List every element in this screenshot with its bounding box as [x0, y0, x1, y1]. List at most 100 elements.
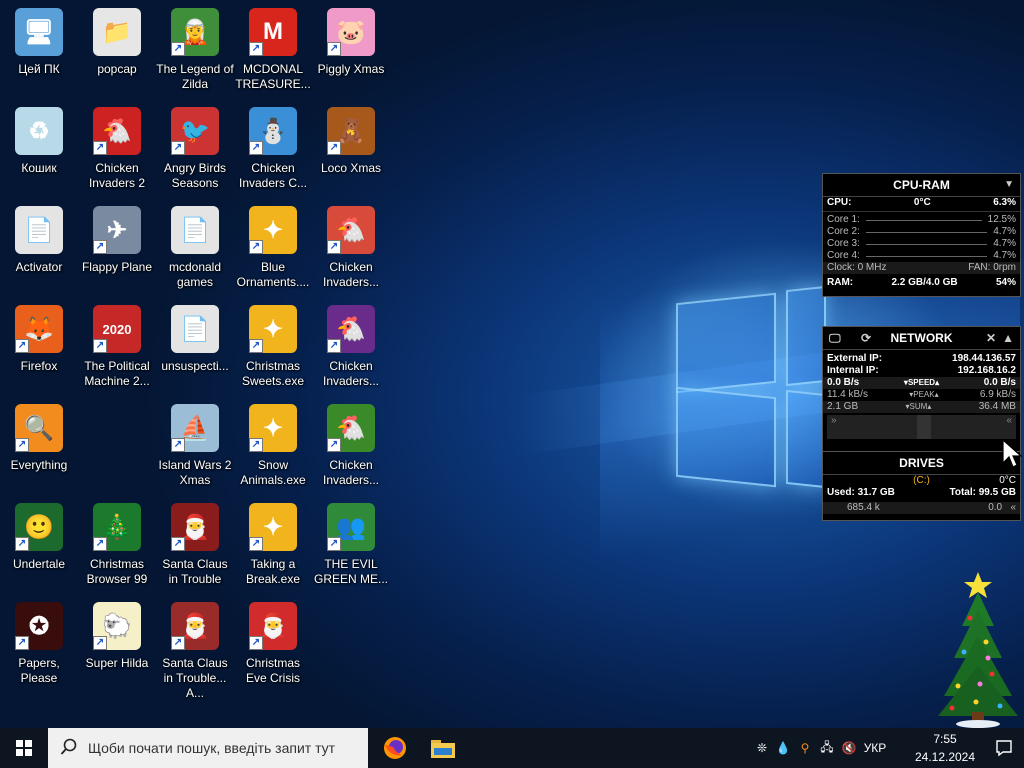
expand-icon[interactable]: « — [1010, 502, 1016, 513]
desktop-icon[interactable]: 🐔 ↗ Chicken Invaders... — [312, 301, 390, 391]
desktop-icon-label: Santa Claus in Trouble... A... — [162, 656, 228, 700]
clock-fan-row: Clock: 0 MHz FAN: 0rpm — [823, 262, 1020, 274]
shortcut-arrow-icon: ↗ — [171, 636, 185, 650]
desktop-icon-label: Blue Ornaments.... — [236, 260, 310, 289]
desktop-icon[interactable]: 🐔 ↗ Chicken Invaders... — [312, 202, 390, 292]
clock-time: 7:55 — [933, 732, 957, 746]
desktop-icon[interactable]: 🐑 ↗ Super Hilda — [78, 598, 156, 688]
desktop-icon[interactable]: 📄 unsuspecti... — [156, 301, 234, 391]
app-icon: 🎅 ↗ — [249, 602, 297, 650]
internal-ip-value: 192.168.16.2 — [957, 365, 1016, 376]
drive-total: Total: 99.5 GB — [949, 487, 1016, 498]
desktop-icon-label: mcdonald games — [168, 260, 222, 289]
desktop-icon[interactable]: 📄 mcdonald games — [156, 202, 234, 292]
desktop-icon[interactable]: 👥 ↗ THE EVIL GREEN ME... — [312, 499, 390, 589]
desktop-icon[interactable]: 🙂 ↗ Undertale — [0, 499, 78, 589]
collapse-arrow-icon[interactable]: ▲ — [1002, 327, 1014, 349]
shortcut-arrow-icon: ↗ — [93, 537, 107, 551]
desktop-icon[interactable]: ✈ ↗ Flappy Plane — [78, 202, 156, 292]
taskbar-file-explorer[interactable] — [420, 728, 466, 768]
core-label: Core 4: — [827, 250, 860, 261]
desktop-icon[interactable]: 🎅 ↗ Santa Claus in Trouble — [156, 499, 234, 589]
desktop-icon[interactable]: 📄 Activator — [0, 202, 78, 292]
collapse-arrow-icon[interactable]: ▼ — [1004, 174, 1014, 196]
taskbar-firefox[interactable] — [372, 728, 418, 768]
desktop-icon[interactable]: 2020 ↗ The Political Machine 2... — [78, 301, 156, 391]
desktop-icon[interactable]: 🐔 ↗ Chicken Invaders... — [312, 400, 390, 490]
desktop-icon[interactable]: ♻ Кошик — [0, 103, 78, 193]
app-icon: 🎄 ↗ — [93, 503, 141, 551]
core-row: Core 2: 4.7% — [823, 226, 1020, 238]
desktop-icon[interactable]: ✦ ↗ Blue Ornaments.... — [234, 202, 312, 292]
speed-down: 0.0 B/s — [827, 377, 860, 388]
desktop-icon-label: Snow Animals.exe — [240, 458, 306, 487]
desktop-icon[interactable]: 🧝 ↗ The Legend of Zilda — [156, 4, 234, 94]
sum-up: 36.4 MB — [978, 401, 1016, 412]
desktop-icon[interactable]: ✦ ↗ Christmas Sweets.exe — [234, 301, 312, 391]
settings-tools-icon[interactable]: ✕ — [986, 327, 996, 349]
desktop-icon[interactable]: 🦊 ↗ Firefox — [0, 301, 78, 391]
core-value: 12.5% — [987, 214, 1016, 225]
shortcut-arrow-icon: ↗ — [249, 438, 263, 452]
drive-write-wrap: 0.0 « — [988, 502, 1016, 514]
desktop-icon-label: Undertale — [12, 557, 66, 571]
firefox-icon — [384, 737, 406, 759]
desktop-icon[interactable]: 📁 popcap — [78, 4, 156, 94]
desktop-icon-label: Papers, Please — [18, 656, 60, 685]
desktop-icon[interactable]: 🐔 ↗ Chicken Invaders 2 — [78, 103, 156, 193]
desktop-icon[interactable]: ⛵ ↗ Island Wars 2 Xmas — [156, 400, 234, 490]
search-input[interactable] — [86, 739, 360, 757]
shortcut-arrow-icon: ↗ — [171, 537, 185, 551]
desktop-icon-label: Flappy Plane — [81, 260, 153, 274]
drive-write: 0.0 — [988, 502, 1003, 513]
shortcut-arrow-icon: ↗ — [93, 240, 107, 254]
network-icon[interactable]: 🖧 — [816, 738, 838, 759]
christmas-tree-icon — [938, 572, 1018, 728]
desktop-icon[interactable]: 🐷 ↗ Piggly Xmas — [312, 4, 390, 94]
desktop-icon[interactable]: M ↗ MCDONAL TREASURE... — [234, 4, 312, 94]
mouse-cursor-icon — [1002, 438, 1023, 474]
desktop-icon[interactable]: 🎅 ↗ Christmas Eve Crisis — [234, 598, 312, 688]
desktop-icon[interactable]: 🔍 ↗ Everything — [0, 400, 78, 490]
cpu-label: CPU: — [827, 197, 852, 208]
desktop-icon[interactable]: ✦ ↗ Taking a Break.exe — [234, 499, 312, 589]
volume-muted-icon[interactable]: 🔇 — [838, 741, 860, 755]
cpu-row: CPU: 0°C 6.3% — [823, 197, 1020, 209]
app-icon: 🐔 ↗ — [93, 107, 141, 155]
taskbar-search[interactable] — [48, 728, 368, 768]
desktop-icon[interactable]: ✦ ↗ Snow Animals.exe — [234, 400, 312, 490]
speed-row: 0.0 B/s ▾SPEED▴ 0.0 B/s — [823, 377, 1020, 389]
desktop-icon-label: Christmas Eve Crisis — [245, 656, 300, 685]
app-icon: 🔍 ↗ — [15, 404, 63, 452]
core-value: 4.7% — [993, 226, 1016, 237]
expand-left-icon[interactable]: » — [831, 415, 837, 426]
shortcut-arrow-icon: ↗ — [249, 240, 263, 254]
desktop-icon[interactable]: 🧸 ↗ Loco Xmas — [312, 103, 390, 193]
notification-button[interactable] — [984, 728, 1024, 768]
desktop-icon[interactable]: 🐦 ↗ Angry Birds Seasons — [156, 103, 234, 193]
desktop-icon[interactable]: 🖥 Цей ПК — [0, 4, 78, 94]
shortcut-arrow-icon: ↗ — [93, 141, 107, 155]
desktop-icon[interactable]: 🎅 ↗ Santa Claus in Trouble... A... — [156, 598, 234, 700]
refresh-icon[interactable]: ⟳ — [861, 327, 871, 349]
start-button[interactable] — [0, 728, 48, 768]
app-icon: ⛄ ↗ — [249, 107, 297, 155]
shortcut-arrow-icon: ↗ — [171, 141, 185, 155]
core-label: Core 2: — [827, 226, 860, 237]
app-icon: 📄 — [171, 305, 219, 353]
desktop-icon[interactable]: ⛄ ↗ Chicken Invaders C... — [234, 103, 312, 193]
language-indicator[interactable]: УКР — [860, 741, 890, 755]
network-gadget: 🖵 ⟳ NETWORK ✕ ▲ External IP: 198.44.136.… — [822, 326, 1021, 452]
tray-drop-icon[interactable]: 💧 — [772, 741, 794, 755]
taskbar-clock[interactable]: 7:55 24.12.2024 — [910, 728, 980, 768]
monitor-icon[interactable]: 🖵 — [829, 327, 841, 349]
tray-app-icon[interactable]: ❊ — [752, 741, 772, 755]
app-icon: 2020 ↗ — [93, 305, 141, 353]
desktop-icon[interactable]: 🎄 ↗ Christmas Browser 99 — [78, 499, 156, 589]
desktop-icon-label: popcap — [97, 62, 137, 76]
expand-right-icon[interactable]: « — [1006, 415, 1012, 426]
tray-everything-icon[interactable]: ⚲ — [794, 741, 816, 755]
desktop-icon[interactable]: ✪ ↗ Papers, Please — [0, 598, 78, 688]
drive-io-row: 685.4 k 0.0 « — [823, 502, 1020, 514]
app-icon: ✦ ↗ — [249, 305, 297, 353]
